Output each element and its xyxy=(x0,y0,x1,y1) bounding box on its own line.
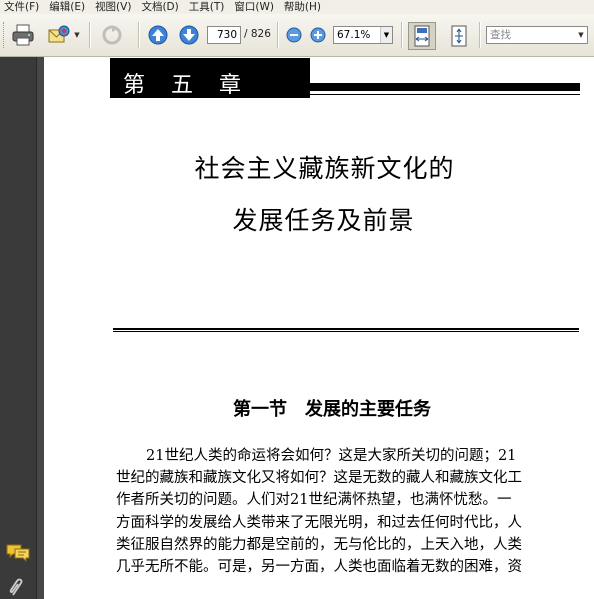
menu-bar: 文件(F) 编辑(E) 视图(V) 文档(D) 工具(T) 窗口(W) 帮助(H… xyxy=(0,0,594,14)
navigation-panel xyxy=(0,57,44,599)
paragraph-line: 几乎无所不能。可是，另一方面，人类也面临着无数的困难，资 xyxy=(116,559,522,576)
zoom-out-icon xyxy=(286,27,302,43)
document-page[interactable]: 第五章 社会主义藏族新文化的 发展任务及前景 第一节 发展的主要任务 21世纪人… xyxy=(45,57,594,599)
chapter-title: 第五章 xyxy=(123,73,268,98)
paperclip-icon xyxy=(9,578,23,596)
paragraph-line: 方面科学的发展给人类带来了无限光明，和过去任何时代比，人 xyxy=(116,514,522,531)
page-number-input[interactable]: 730 xyxy=(207,26,241,44)
email-dropdown-arrow[interactable]: ▼ xyxy=(73,30,81,40)
fit-page-button[interactable] xyxy=(446,23,472,49)
chevron-down-icon[interactable]: ▼ xyxy=(380,27,392,43)
arrow-up-icon xyxy=(148,25,168,45)
email-icon xyxy=(48,25,70,43)
divider-rule xyxy=(113,328,579,330)
comments-button[interactable] xyxy=(5,543,31,563)
menu-tools[interactable]: 工具(T) xyxy=(185,0,231,14)
zoom-level-value: 67.1% xyxy=(337,29,371,41)
menu-edit[interactable]: 编辑(E) xyxy=(45,0,91,14)
menu-file[interactable]: 文件(F) xyxy=(0,0,45,14)
paragraph-line: 作者所关切的问题。人们对21世纪满怀热望，也满怀忧愁。一 xyxy=(116,492,512,509)
paragraph-line: 类征服自然界的能力都是空前的，无与伦比的，上天入地，人类 xyxy=(116,536,522,553)
chapter-heading-line-2: 发展任务及前景 xyxy=(232,206,415,235)
zoom-in-icon xyxy=(310,27,326,43)
fit-width-button[interactable] xyxy=(408,22,436,50)
fit-width-icon xyxy=(414,25,430,47)
comment-icon xyxy=(6,544,30,563)
fit-page-icon xyxy=(451,25,467,47)
zoom-out-button[interactable] xyxy=(285,26,303,44)
chevron-down-icon[interactable]: ▼ xyxy=(575,27,587,43)
chapter-rule-thin xyxy=(310,94,580,95)
chapter-heading-line-1: 社会主义藏族新文化的 xyxy=(194,154,455,183)
zoom-level-select[interactable]: 67.1% ▼ xyxy=(333,26,393,44)
hand-recycle-icon xyxy=(102,25,122,45)
chapter-rule xyxy=(310,83,580,91)
section-heading: 第一节 发展的主要任务 xyxy=(233,399,431,420)
toolbar-grip[interactable] xyxy=(3,22,6,48)
paragraph-line: 21世纪人类的命运将会如何？这是大家所关切的问题；21 xyxy=(146,448,517,464)
email-button[interactable] xyxy=(46,23,72,47)
disabled-tool-button xyxy=(98,23,126,47)
menu-view[interactable]: 视图(V) xyxy=(91,0,137,14)
divider-rule-thin xyxy=(113,331,579,332)
next-page-button[interactable] xyxy=(178,24,200,46)
attachments-button[interactable] xyxy=(7,577,27,599)
toolbar: ▼ 730 / 826 67.1% ▼ 查找 ▼ xyxy=(0,14,594,57)
menu-document[interactable]: 文档(D) xyxy=(137,0,184,14)
find-placeholder: 查找 xyxy=(490,29,511,41)
panel-splitter[interactable] xyxy=(36,57,44,599)
menu-help[interactable]: 帮助(H) xyxy=(280,0,327,14)
find-input[interactable]: 查找 ▼ xyxy=(486,26,588,44)
arrow-down-icon xyxy=(179,25,199,45)
print-button[interactable] xyxy=(10,23,36,47)
page-total: / 826 xyxy=(244,28,271,40)
menu-window[interactable]: 窗口(W) xyxy=(230,0,280,14)
print-icon xyxy=(12,24,34,46)
body-paragraph: 21世纪人类的命运将会如何？这是大家所关切的问题；21 世纪的藏族和藏族文化又将… xyxy=(116,445,584,578)
previous-page-button[interactable] xyxy=(147,24,169,46)
paragraph-line: 世纪的藏族和藏族文化又将如何？这是无数的藏人和藏族文化工 xyxy=(116,470,522,487)
zoom-in-button[interactable] xyxy=(309,26,327,44)
